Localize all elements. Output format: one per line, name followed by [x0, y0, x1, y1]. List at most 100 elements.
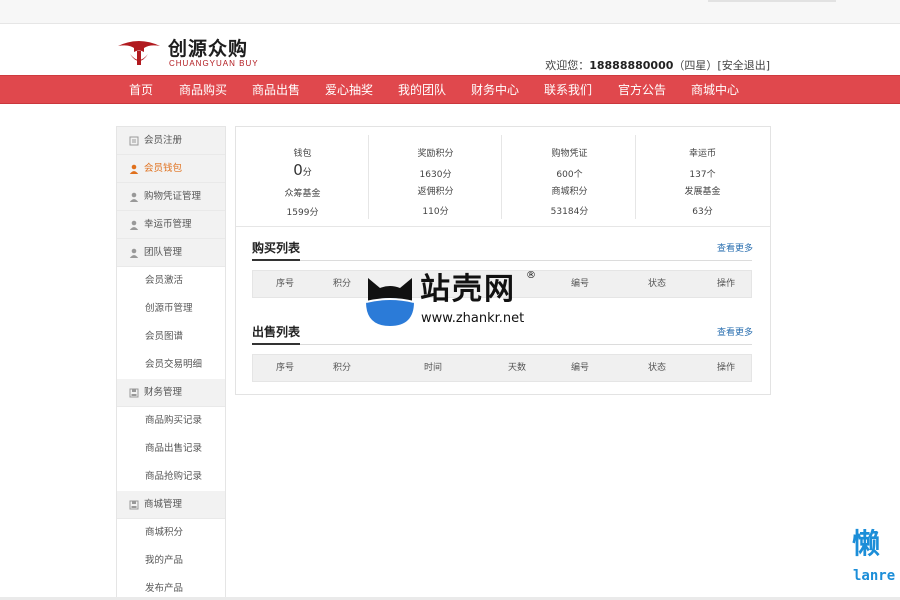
- sell-list-more-link[interactable]: 查看更多: [717, 325, 753, 338]
- sidebar-item-my-products[interactable]: 我的产品: [117, 547, 225, 575]
- cat-logo-icon: [365, 278, 415, 326]
- sidebar-item-label: 创源币管理: [145, 303, 193, 314]
- buy-list-underline-accent: [252, 259, 300, 261]
- nav-home[interactable]: 首页: [129, 76, 153, 104]
- buy-list-underline: [252, 259, 752, 261]
- sidebar-item-transactions[interactable]: 会员交易明细: [117, 351, 225, 379]
- sidebar-item-label: 团队管理: [144, 247, 183, 258]
- watermark: 站壳网 ® www.zhankr.net: [364, 270, 544, 328]
- sidebar-item-buy-records[interactable]: 商品购买记录: [117, 407, 225, 435]
- sidebar-item-activate[interactable]: 会员激活: [117, 267, 225, 295]
- sidebar-item-lucky-coin[interactable]: 幸运币管理: [117, 211, 225, 239]
- lucky-coin-label: 幸运币: [688, 149, 716, 159]
- wallet-value: 0分: [236, 161, 369, 179]
- nav-team[interactable]: 我的团队: [398, 76, 446, 104]
- rebate-points-value: 110分: [422, 207, 449, 217]
- sidebar-item-label: 购物凭证管理: [144, 191, 202, 202]
- finance-icon: [129, 388, 139, 398]
- sidebar-item-label: 会员交易明细: [145, 359, 203, 370]
- sidebar-item-voucher[interactable]: 购物凭证管理: [117, 183, 225, 211]
- nav-finance[interactable]: 财务中心: [471, 76, 519, 104]
- sidebar-item-label: 商品购买记录: [145, 415, 203, 426]
- dev-fund-label: 发展基金: [684, 187, 721, 197]
- sidebar-item-finance[interactable]: 财务管理: [117, 379, 225, 407]
- mall-points-value: 53184分: [550, 207, 589, 217]
- watermark-url: www.zhankr.net: [421, 311, 525, 326]
- sidebar-item-team[interactable]: 团队管理: [117, 239, 225, 267]
- user-icon: [129, 192, 139, 202]
- th-status: 状态: [647, 363, 667, 373]
- wallet-col-wallet: 钱包 0分 众筹基金 1599分: [236, 127, 369, 227]
- reward-points-label: 奖励积分: [417, 149, 454, 159]
- wallet-col-voucher: 购物凭证 600个 商城积分 53184分: [503, 127, 636, 227]
- dev-fund-value: 63分: [692, 207, 713, 217]
- sell-list-underline: [252, 343, 752, 345]
- sidebar-item-label: 会员激活: [145, 275, 184, 286]
- sidebar-item-label: 我的产品: [145, 555, 184, 566]
- sidebar-item-mall-points[interactable]: 商城积分: [117, 519, 225, 547]
- th-points: 积分: [332, 363, 352, 373]
- sell-table-header: 序号 积分 时间 天数 编号 状态 操作: [252, 354, 752, 382]
- sidebar-item-label: 财务管理: [144, 387, 183, 398]
- sidebar-item-register[interactable]: 会员注册: [117, 127, 225, 155]
- top-decoration: [708, 0, 836, 2]
- sidebar-item-label: 会员钱包: [144, 163, 183, 174]
- buy-list-more-link[interactable]: 查看更多: [717, 241, 753, 254]
- reward-points-value: 1630分: [419, 170, 452, 180]
- sidebar-item-sell-records[interactable]: 商品出售记录: [117, 435, 225, 463]
- buy-list-title: 购买列表: [252, 241, 301, 255]
- voucher-label: 购物凭证: [551, 149, 588, 159]
- th-time: 时间: [423, 363, 443, 373]
- watermark-text: 站壳网: [420, 272, 516, 307]
- sidebar-item-wallet[interactable]: 会员钱包: [117, 155, 225, 183]
- th-action: 操作: [716, 279, 736, 289]
- th-index: 序号: [275, 279, 295, 289]
- nav-announcements[interactable]: 官方公告: [618, 76, 666, 104]
- wallet-summary: 钱包 0分 众筹基金 1599分 奖励积分 1630分 返佣积分 110分 购物…: [236, 127, 770, 227]
- voucher-value: 600个: [556, 170, 583, 180]
- wallet-col-lucky: 幸运币 137个 发展基金 63分: [636, 127, 769, 227]
- th-status: 状态: [647, 279, 667, 289]
- sell-list-underline-accent: [252, 343, 300, 345]
- nav-sell[interactable]: 商品出售: [252, 76, 300, 104]
- main-nav: 首页 商品购买 商品出售 爱心抽奖 我的团队 财务中心 联系我们 官方公告 商城…: [0, 75, 900, 104]
- logo-emblem-icon: [118, 41, 160, 65]
- site-logo[interactable]: 创源众购 CHUANGYUAN BUY: [116, 38, 296, 68]
- column-divider: [501, 135, 502, 219]
- top-strip: [0, 0, 900, 24]
- user-level: （四星）: [673, 59, 718, 72]
- corner-logo-text: lanre: [853, 568, 896, 584]
- brand-subtitle: CHUANGYUAN BUY: [169, 59, 259, 68]
- sidebar-item-coin-manage[interactable]: 创源币管理: [117, 295, 225, 323]
- corner-logo-glyph: 懒: [852, 528, 881, 560]
- sidebar-item-rush-records[interactable]: 商品抢购记录: [117, 463, 225, 491]
- rebate-points-label: 返佣积分: [417, 187, 454, 197]
- watermark-registered: ®: [526, 270, 536, 281]
- nav-contact[interactable]: 联系我们: [544, 76, 592, 104]
- user-phone: 18888880000: [589, 59, 674, 72]
- crowdfund-label: 众筹基金: [284, 189, 321, 199]
- sidebar-item-label: 商城积分: [145, 527, 184, 538]
- wallet-value-unit: 分: [302, 168, 312, 178]
- finance-icon: [129, 500, 139, 510]
- th-points: 积分: [332, 279, 352, 289]
- sidebar-item-mall[interactable]: 商城管理: [117, 491, 225, 519]
- crowdfund-value: 1599分: [286, 208, 319, 218]
- sidebar-item-label: 商城管理: [144, 499, 183, 510]
- sidebar-item-label: 会员图谱: [145, 331, 184, 342]
- mall-points-label: 商城积分: [551, 187, 588, 197]
- nav-lottery[interactable]: 爱心抽奖: [325, 76, 373, 104]
- th-number: 编号: [570, 363, 590, 373]
- user-icon: [129, 220, 139, 230]
- lucky-coin-value: 137个: [689, 170, 716, 180]
- sidebar-item-label: 幸运币管理: [144, 219, 192, 230]
- brand-name: 创源众购: [168, 38, 249, 60]
- logout-link[interactable]: [安全退出]: [717, 59, 770, 72]
- welcome-text: 欢迎您：: [545, 59, 590, 72]
- nav-buy[interactable]: 商品购买: [179, 76, 227, 104]
- wallet-label: 钱包: [293, 149, 312, 159]
- nav-mall[interactable]: 商城中心: [691, 76, 739, 104]
- corner-logo: 懒 lanre: [849, 528, 900, 588]
- sidebar-item-label: 会员注册: [144, 135, 183, 146]
- sidebar-item-member-map[interactable]: 会员图谱: [117, 323, 225, 351]
